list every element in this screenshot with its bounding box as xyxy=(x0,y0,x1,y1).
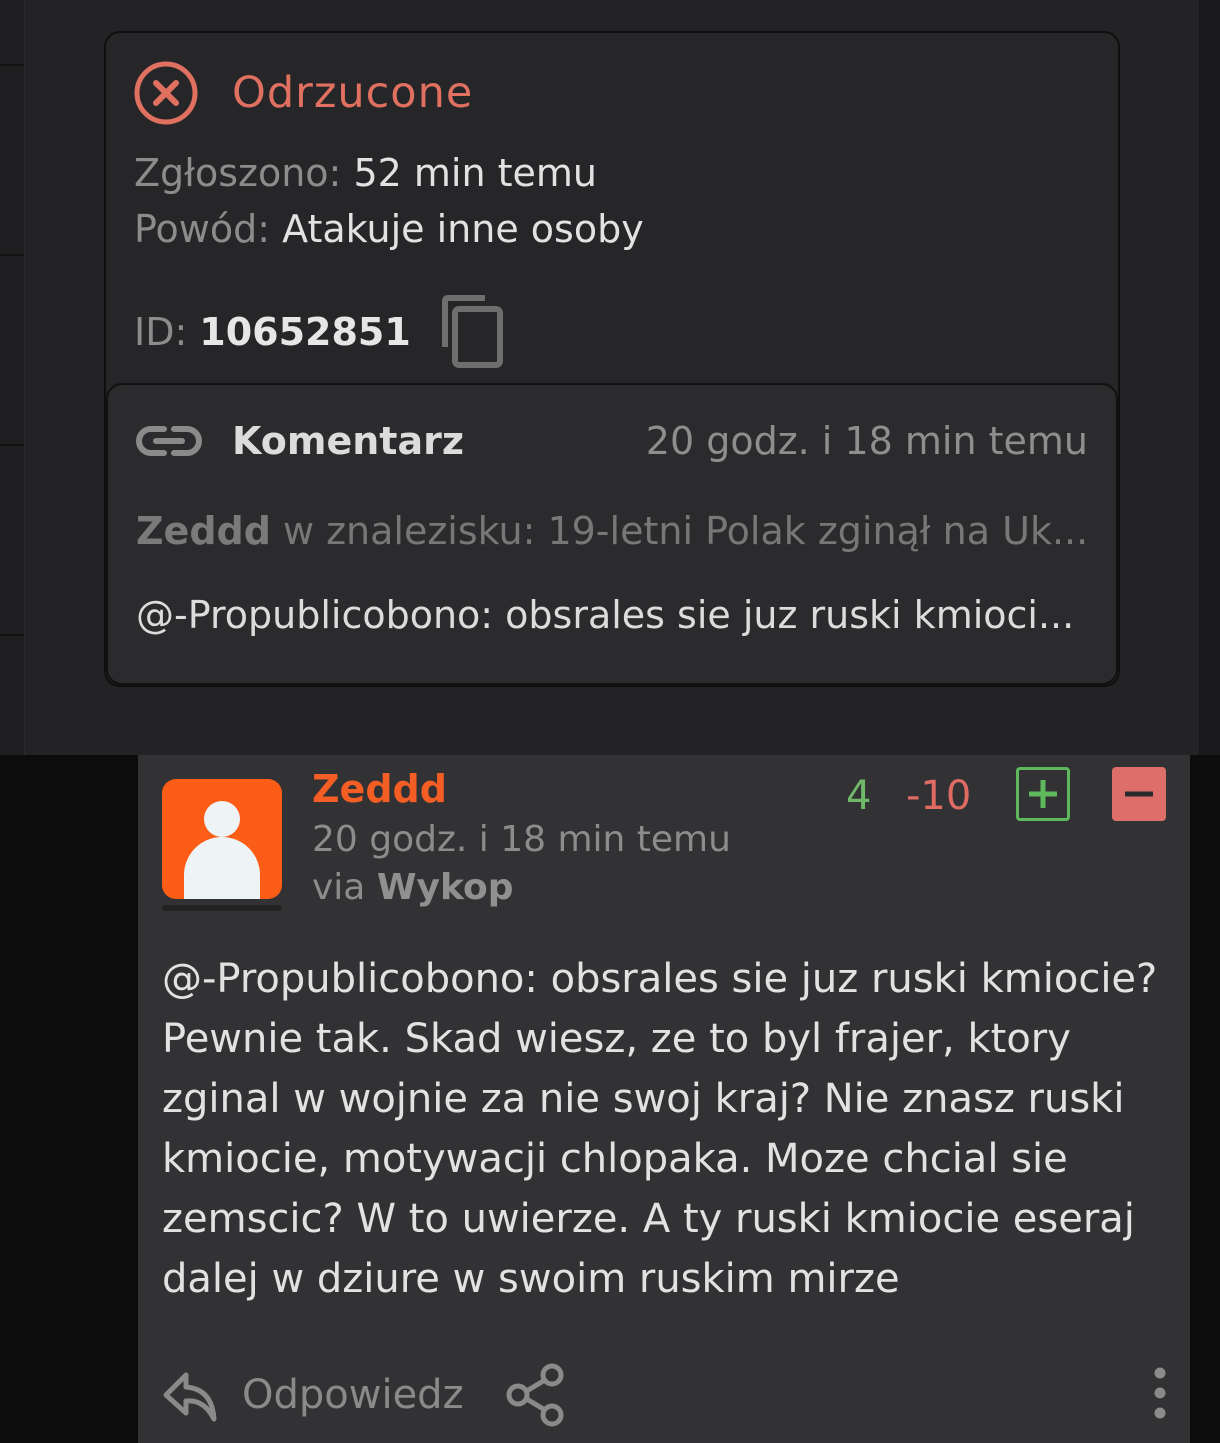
reply-icon[interactable] xyxy=(162,1367,218,1423)
scrollbar-track[interactable] xyxy=(1199,0,1220,755)
backdrop-left xyxy=(0,755,138,1443)
item-type-row: Komentarz xyxy=(136,419,464,463)
item-author: Zeddd xyxy=(136,509,271,553)
plus-count[interactable]: 4 xyxy=(846,773,871,819)
avatar-underline xyxy=(162,905,282,911)
comment-actions: Odpowiedz xyxy=(162,1363,568,1427)
left-sidebar-strip xyxy=(0,0,25,755)
downvote-button[interactable] xyxy=(1112,767,1166,821)
comment-body: @-Propublicobono: obsrales sie juz ruski… xyxy=(162,956,1158,1302)
close-circle-icon xyxy=(134,61,198,125)
plus-icon xyxy=(1029,780,1057,808)
reply-button[interactable]: Odpowiedz xyxy=(242,1372,464,1418)
item-source-line: Zeddd w znalezisku: 19-letni Polak zginął… xyxy=(136,509,1096,553)
report-card: Odrzucone Zgłoszono: 52 min temu Powód: … xyxy=(104,31,1120,687)
user-avatar-icon xyxy=(184,801,260,899)
reason-label: Powód: xyxy=(134,207,271,251)
item-excerpt: @-Propublicobono: obsrales sie juz ruski… xyxy=(136,593,1075,637)
reported-label: Zgłoszono: xyxy=(134,151,342,195)
item-type-label: Komentarz xyxy=(232,419,464,463)
reported-value: 52 min temu xyxy=(353,151,597,195)
comment-author[interactable]: Zeddd xyxy=(312,767,447,811)
divider xyxy=(0,444,24,446)
divider xyxy=(0,64,24,66)
id-value: 10652851 xyxy=(199,310,411,354)
reason-line: Powód: Atakuje inne osoby xyxy=(134,207,644,251)
divider xyxy=(0,254,24,256)
reported-time-line: Zgłoszono: 52 min temu xyxy=(134,151,597,195)
status-label: Odrzucone xyxy=(232,68,474,118)
via-prefix: via xyxy=(312,867,366,908)
via-source: Wykop xyxy=(376,867,514,908)
backdrop-right xyxy=(1190,755,1220,1443)
item-time: 20 godz. i 18 min temu xyxy=(645,419,1088,463)
avatar[interactable] xyxy=(162,779,282,899)
id-label: ID: xyxy=(134,310,188,354)
comment-time: 20 godz. i 18 min temu xyxy=(312,819,731,860)
comment-panel: Zeddd 20 godz. i 18 min temu via Wykop 4… xyxy=(138,755,1190,1443)
status-row: Odrzucone xyxy=(134,61,473,125)
upvote-button[interactable] xyxy=(1016,767,1070,821)
link-icon xyxy=(136,426,202,456)
item-source: w znalezisku: 19-letni Polak zginął na U… xyxy=(282,509,1089,553)
minus-count[interactable]: -10 xyxy=(906,773,971,819)
report-id-line: ID: 10652851 xyxy=(134,295,505,369)
reported-item-card[interactable]: Komentarz 20 godz. i 18 min temu Zeddd w … xyxy=(106,383,1118,685)
copy-icon[interactable] xyxy=(441,295,505,369)
comment-via: via Wykop xyxy=(312,867,513,908)
divider xyxy=(0,634,24,636)
share-icon[interactable] xyxy=(504,1363,568,1427)
minus-icon xyxy=(1125,791,1153,797)
more-vertical-icon[interactable] xyxy=(1148,1367,1172,1419)
reason-value: Atakuje inne osoby xyxy=(282,207,644,251)
